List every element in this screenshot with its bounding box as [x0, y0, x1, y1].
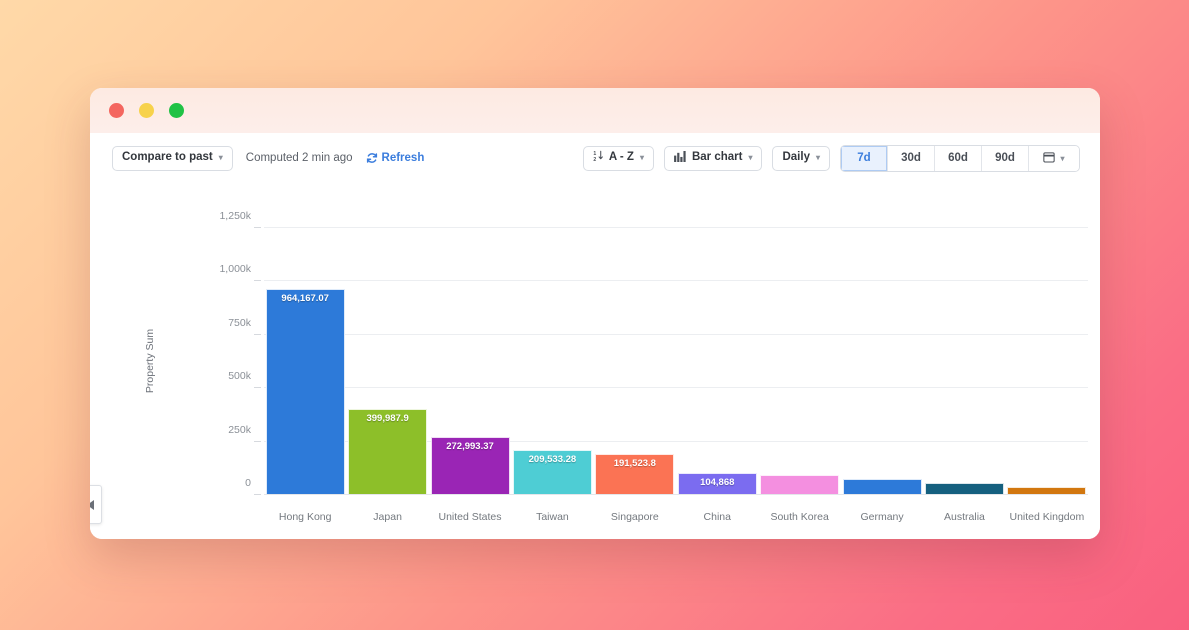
granularity-button[interactable]: Daily ▾: [772, 145, 830, 171]
compare-to-past-button[interactable]: Compare to past ▾: [112, 145, 233, 171]
bar-slot: 104,868: [676, 201, 758, 495]
toolbar-left-group: Compare to past ▾ Computed 2 min ago Ref…: [112, 145, 425, 171]
window-titlebar: [90, 88, 1100, 133]
chevron-down-icon: ▾: [748, 153, 753, 162]
bar-value-label: 209,533.28: [528, 454, 577, 466]
bar-chart-icon: [674, 150, 687, 166]
range-60d-button[interactable]: 60d: [935, 145, 982, 171]
sort-az-icon: 1 2: [593, 150, 604, 166]
app-window: Compare to past ▾ Computed 2 min ago Ref…: [90, 88, 1100, 539]
x-axis-category-label: Germany: [860, 511, 904, 523]
svg-text:2: 2: [593, 157, 596, 162]
granularity-label: Daily: [782, 151, 810, 164]
svg-text:1: 1: [593, 151, 596, 157]
range-30d-button[interactable]: 30d: [888, 145, 935, 171]
compare-to-past-label: Compare to past: [122, 151, 213, 164]
bar-slot: 964,167.07: [264, 201, 346, 495]
x-axis-category-label: United States: [438, 511, 502, 523]
x-axis-category-label: Taiwan: [536, 511, 569, 523]
bar[interactable]: 191,523.8: [595, 454, 675, 495]
x-axis-category-label: United Kingdom: [1009, 511, 1085, 523]
bar-slot: 191,523.8: [594, 201, 676, 495]
bar-slot: [1006, 201, 1088, 495]
y-axis-tick-label: 1,000k: [219, 263, 251, 276]
minimize-button[interactable]: [139, 103, 154, 118]
x-axis-labels: Hong Kong Japan United States Taiwan Singapo…: [264, 511, 1088, 523]
computed-timestamp: Computed 2 min ago: [245, 152, 353, 164]
bar[interactable]: 209,533.28: [512, 450, 592, 495]
x-axis-category-label: Australia: [944, 511, 985, 523]
chart-toolbar: Compare to past ▾ Computed 2 min ago Ref…: [90, 133, 1100, 183]
chevron-down-icon: ▾: [639, 153, 644, 162]
chevron-down-icon: ▾: [815, 153, 820, 162]
bar-chart: Property Sum 0 250k 500k 750k 1,000k 1,250k 9…: [90, 183, 1100, 539]
bar-slot: [923, 201, 1005, 495]
toolbar-right-group: 1 2 A - Z ▾ Bar chart ▾ Daily ▾ 7d 30d 6…: [582, 144, 1080, 172]
y-axis-tick-mark: [254, 387, 261, 389]
y-axis-tick-label: 0: [245, 477, 251, 489]
bar-value-label: 191,523.8: [613, 458, 656, 470]
range-7d-button[interactable]: 7d: [841, 145, 888, 171]
maximize-button[interactable]: [169, 103, 184, 118]
bar-value-label: 272,993.37: [446, 440, 494, 452]
bar-slot: 272,993.37: [429, 201, 511, 495]
bar-slot: 399,987.9: [346, 201, 428, 495]
bar-value-label: 104,868: [700, 476, 735, 488]
x-axis-baseline: [264, 494, 1088, 495]
bar[interactable]: 399,987.9: [348, 409, 428, 495]
y-axis-tick-mark: [254, 333, 261, 335]
refresh-label: Refresh: [381, 152, 425, 164]
x-axis-category-label: South Korea: [770, 511, 829, 523]
sort-label: A - Z: [608, 151, 634, 164]
y-axis-tick-label: 500k: [228, 370, 251, 383]
y-axis-tick-label: 750k: [228, 316, 251, 329]
sidebar-collapse-handle[interactable]: [90, 485, 102, 524]
bar[interactable]: 272,993.37: [430, 436, 510, 495]
y-axis-tick-mark: [254, 226, 261, 228]
bar-value-label: 964,167.07: [281, 292, 329, 304]
refresh-icon: [366, 152, 378, 164]
y-axis-tick-mark: [254, 494, 261, 495]
plot-area: 0 250k 500k 750k 1,000k 1,250k 964,167.07 399,…: [219, 201, 1088, 495]
window-content: Compare to past ▾ Computed 2 min ago Ref…: [90, 133, 1100, 539]
close-button[interactable]: [109, 103, 124, 118]
y-axis-title: Property Sum: [144, 328, 157, 394]
bars-group: 964,167.07 399,987.9 272,993.37 209,533.28 1…: [264, 201, 1088, 495]
y-axis-tick-mark: [254, 280, 261, 282]
bar-slot: 209,533.28: [511, 201, 593, 495]
chevron-left-icon: [90, 499, 94, 510]
y-axis-tick-mark: [254, 440, 261, 442]
bar[interactable]: 964,167.07: [265, 288, 345, 495]
bar-slot: [758, 201, 840, 495]
range-90d-button[interactable]: 90d: [982, 145, 1029, 171]
x-axis-category-label: Singapore: [610, 511, 659, 523]
y-axis-tick-label: 1,250k: [219, 209, 251, 222]
bar[interactable]: 104,868: [677, 472, 757, 495]
refresh-button[interactable]: Refresh: [366, 152, 425, 164]
sort-button[interactable]: 1 2 A - Z ▾: [582, 145, 654, 171]
chart-type-button[interactable]: Bar chart ▾: [663, 145, 763, 171]
bar-slot: [841, 201, 923, 495]
x-axis-category-label: Hong Kong: [278, 511, 332, 523]
chevron-down-icon: ▾: [218, 153, 223, 162]
chart-type-label: Bar chart: [691, 151, 743, 164]
time-range-segmented-control: 7d 30d 60d 90d ▾: [840, 144, 1080, 172]
chevron-down-icon: ▾: [1060, 153, 1065, 163]
bar[interactable]: [760, 474, 840, 495]
x-axis-category-label: Japan: [373, 511, 402, 523]
bar-value-label: 399,987.9: [366, 413, 409, 425]
bar[interactable]: [842, 478, 922, 495]
x-axis-category-label: China: [703, 511, 731, 523]
y-axis-tick-label: 250k: [228, 423, 251, 436]
date-picker-button[interactable]: ▾: [1029, 145, 1079, 171]
calendar-icon: [1043, 151, 1056, 166]
